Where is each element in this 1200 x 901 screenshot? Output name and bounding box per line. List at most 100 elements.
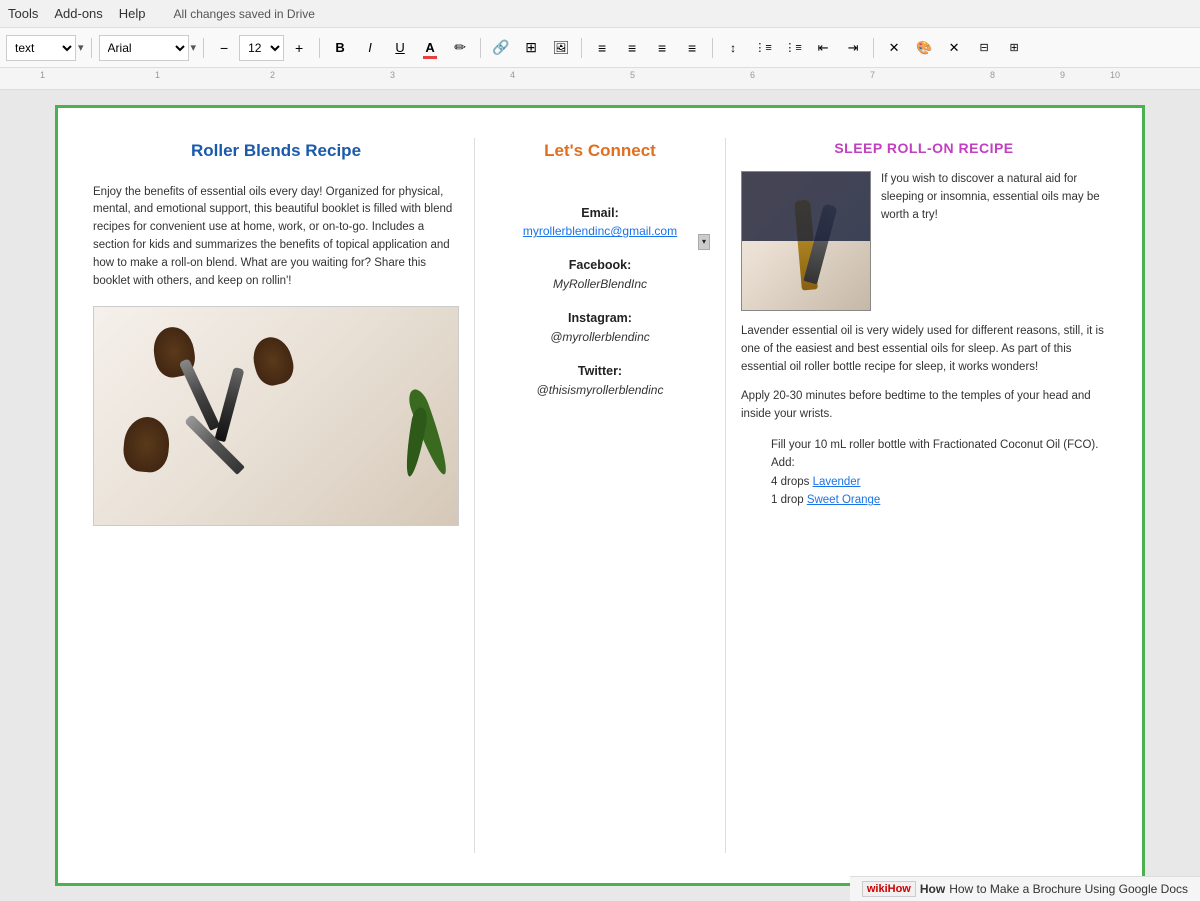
lavender-link[interactable]: Lavender [813,476,861,488]
column-1: Roller Blends Recipe Enjoy the benefits … [78,128,474,863]
twitter-item: Twitter: @thisismyrollerblendinc [490,362,710,399]
main-area: Roller Blends Recipe Enjoy the benefits … [0,90,1200,901]
ruler-mark-3: 3 [390,70,395,80]
scroll-indicator[interactable]: ▾ [698,234,710,250]
col3-title: SLEEP ROLL-ON RECIPE [741,138,1107,159]
col3-recipe-orange: 1 drop Sweet Orange [771,491,1107,509]
sweet-orange-link[interactable]: Sweet Orange [807,494,881,506]
pine-cone-2 [122,416,172,475]
instagram-label: Instagram: [490,309,710,328]
col3-para2: Apply 20-30 minutes before bedtime to th… [741,388,1107,424]
ruler-mark-1: 1 [155,70,160,80]
col3-recipe-line1: Fill your 10 mL roller bottle with Fract… [771,436,1107,454]
indent-decrease-button[interactable]: ⇤ [810,35,836,61]
highlight-button[interactable]: ✏ [447,35,473,61]
ruler-mark-2: 2 [270,70,275,80]
column-button[interactable]: ⊟ [971,35,997,61]
divider-4 [480,38,481,58]
facebook-value: MyRollerBlendInc [490,275,710,293]
menu-help[interactable]: Help [119,6,146,21]
col3-recipe-lavender: 4 drops Lavender [771,473,1107,491]
col3-recipe-add: Add: [771,454,1107,472]
twitter-label: Twitter: [490,362,710,381]
bold-button[interactable]: B [327,35,353,61]
save-status: All changes saved in Drive [174,7,315,21]
col3-para1: Lavender essential oil is very widely us… [741,323,1107,376]
strikethrough-button[interactable]: ✕ [881,35,907,61]
ruler-mark-4: 4 [510,70,515,80]
menu-addons[interactable]: Add-ons [54,6,102,21]
col1-image [93,306,459,526]
col1-body: Enjoy the benefits of essential oils eve… [93,184,459,291]
divider-1 [91,38,92,58]
ruler-mark-5: 5 [630,70,635,80]
underline-button[interactable]: U [387,35,413,61]
clear-format-button[interactable]: ✕ [941,35,967,61]
ruler-mark-7: 7 [870,70,875,80]
font-selector[interactable]: Arial [99,35,189,61]
list-numbered-button[interactable]: ⋮≡ [750,35,776,61]
link-button[interactable]: 🔗 [488,35,514,61]
font-size-selector[interactable]: 12 [239,35,284,61]
col3-image-shadow [742,172,870,241]
font-size-increase[interactable]: + [286,35,312,61]
paint-format-button[interactable]: 🎨 [911,35,937,61]
align-right-button[interactable]: ≡ [649,35,675,61]
facebook-item: Facebook: MyRollerBlendInc [490,256,710,293]
email-link[interactable]: myrollerblendinc@gmail.com [523,224,677,238]
facebook-label: Facebook: [490,256,710,275]
document-inner: Roller Blends Recipe Enjoy the benefits … [58,108,1142,883]
align-center-button[interactable]: ≡ [619,35,645,61]
col3-recipe: Fill your 10 mL roller bottle with Fract… [771,436,1107,510]
ruler: 1 1 2 3 4 5 6 7 8 9 10 [0,68,1200,90]
italic-button[interactable]: I [357,35,383,61]
column-2: Let's Connect ▾ Email: myrollerblendinc@… [475,128,725,863]
font-size-decrease[interactable]: − [211,35,237,61]
dropdown-arrow-font: ▾ [191,41,197,54]
col3-product-image [741,171,871,311]
align-left-button[interactable]: ≡ [589,35,615,61]
divider-5 [581,38,582,58]
wikihow-text: How to Make a Brochure Using Google Docs [949,882,1188,896]
roller-image-content [94,307,458,525]
insert-image-button[interactable]: ⊞ [518,35,544,61]
ruler-mark-9: 9 [1060,70,1065,80]
bottle-immunity [214,367,244,442]
align-justify-button[interactable]: ≡ [679,35,705,61]
wikihow-bar: wikiHow How How to Make a Brochure Using… [850,876,1200,901]
wikihow-how: How [920,882,945,896]
menu-tools[interactable]: Tools [8,6,38,21]
divider-2 [203,38,204,58]
line-spacing-button[interactable]: ↕ [720,35,746,61]
document: Roller Blends Recipe Enjoy the benefits … [55,105,1145,886]
ruler-mark-10: 10 [1110,70,1120,80]
text-color-button[interactable]: A [417,35,443,61]
pine-cone-3 [248,333,297,389]
col3-image-bg [742,172,870,310]
style-selector[interactable]: text [6,35,76,61]
col1-title: Roller Blends Recipe [93,138,459,164]
ruler-mark-6: 6 [750,70,755,80]
col3-top-section: If you wish to discover a natural aid fo… [741,171,1107,311]
size-group: − 12 + [211,35,312,61]
font-group: Arial ▾ [99,35,197,61]
col2-title: Let's Connect [490,138,710,164]
dropdown-arrow-style: ▾ [78,41,84,54]
indent-increase-button[interactable]: ⇥ [840,35,866,61]
twitter-value: @thisismyrollerblendinc [490,381,710,399]
instagram-item: Instagram: @myrollerblendinc [490,309,710,346]
divider-6 [712,38,713,58]
style-group: text ▾ [6,35,84,61]
toolbar: text ▾ Arial ▾ − 12 + B I U A ✏ 🔗 ⊞ 🖼 ≡ … [0,28,1200,68]
ruler-marks: 1 1 2 3 4 5 6 7 8 9 10 [10,68,1190,89]
table-button[interactable]: ⊞ [1001,35,1027,61]
menu-bar: Tools Add-ons Help All changes saved in … [0,0,1200,28]
column-3: SLEEP ROLL-ON RECIPE If you wish to disc… [726,128,1122,863]
divider-3 [319,38,320,58]
instagram-value: @myrollerblendinc [490,328,710,346]
ruler-mark-8: 8 [990,70,995,80]
insert-photo-button[interactable]: 🖼 [548,35,574,61]
email-label: Email: [490,204,710,223]
list-bullet-button[interactable]: ⋮≡ [780,35,806,61]
ruler-mark-0: 1 [40,70,45,80]
